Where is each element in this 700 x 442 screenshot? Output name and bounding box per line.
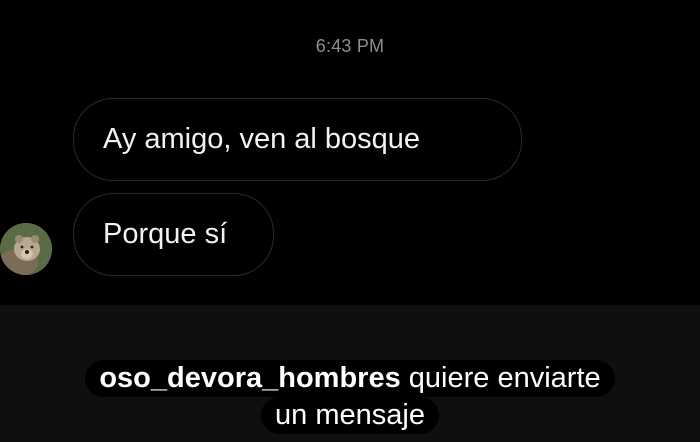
bear-avatar-icon[interactable] [0, 223, 52, 275]
message-bubble[interactable]: Ay amigo, ven al bosque [73, 98, 522, 181]
message-text: Porque sí [103, 218, 228, 250]
message-timestamp: 6:43 PM [315, 36, 385, 56]
message-bubble[interactable]: Porque sí [73, 193, 274, 276]
message-request-line-1: oso_devora_hombres quiere enviarte [85, 360, 615, 397]
message-request-text: oso_devora_hombres quiere enviarte un me… [0, 360, 700, 434]
bear-icon [0, 223, 52, 275]
message-text: Ay amigo, ven al bosque [103, 123, 421, 155]
request-text-part: quiere enviarte [408, 362, 601, 394]
request-username[interactable]: oso_devora_hombres [99, 362, 400, 394]
message-request-line-2: un mensaje [261, 397, 439, 434]
request-text-part: un mensaje [275, 399, 425, 431]
chat-screen: 6:43 PM Ay amigo, ven al bosque Porque s… [0, 0, 700, 442]
